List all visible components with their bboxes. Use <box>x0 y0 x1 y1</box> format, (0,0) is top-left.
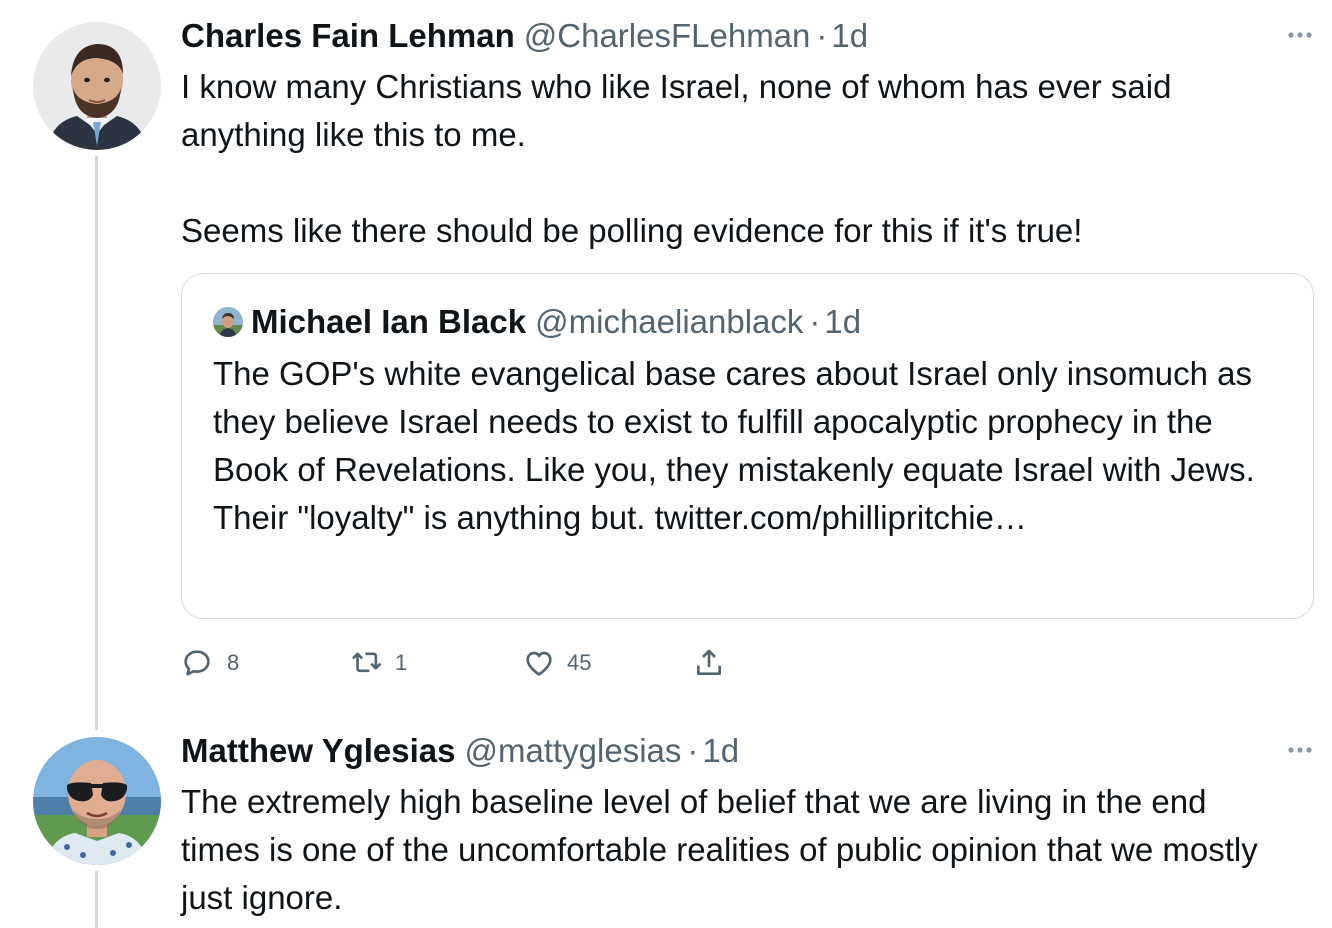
avatar <box>213 307 243 337</box>
timestamp[interactable]: 1d <box>702 731 739 771</box>
author-name[interactable]: Charles Fain Lehman <box>181 16 515 56</box>
retweet-button[interactable]: 1 <box>351 643 407 683</box>
share-button[interactable] <box>693 643 725 683</box>
separator-dot: · <box>687 732 699 769</box>
tweet-thread: Charles Fain Lehman @CharlesFLehman · 1d… <box>0 0 1332 928</box>
thread-line <box>95 871 98 928</box>
quoted-author-name: Michael Ian Black <box>251 303 527 340</box>
quoted-tweet-header: Michael Ian Black @michaelianblack · 1d <box>213 302 861 342</box>
thread-line <box>95 156 98 730</box>
like-count: 45 <box>567 650 592 675</box>
retweet-count: 1 <box>395 650 408 675</box>
tweet-text: I know many Christians who like Israel, … <box>181 68 1172 249</box>
more-options-icon[interactable] <box>1286 743 1314 757</box>
avatar-man-sunglasses-icon <box>33 737 161 865</box>
quoted-tweet-card[interactable]: Michael Ian Black @michaelianblack · 1d … <box>181 273 1314 619</box>
like-icon <box>526 651 552 676</box>
retweet-icon <box>352 652 382 673</box>
quoted-author-handle: @michaelianblack <box>535 303 804 340</box>
avatar[interactable] <box>33 737 161 865</box>
separator-dot: · <box>816 17 828 54</box>
share-icon <box>697 649 721 675</box>
avatar-man-icon <box>213 307 243 337</box>
quoted-tweet-text: The GOP's white evangelical base cares a… <box>213 355 1255 536</box>
tweet-header: Matthew Yglesias @mattyglesias · 1d <box>181 731 739 771</box>
avatar-man-beard-suit-icon <box>33 22 161 150</box>
tweet-text: The extremely high baseline level of bel… <box>181 783 1267 916</box>
reply-count: 8 <box>227 650 240 675</box>
timestamp[interactable]: 1d <box>831 16 868 56</box>
reply-icon <box>184 650 210 676</box>
more-options-icon[interactable] <box>1286 28 1314 42</box>
author-handle[interactable]: @mattyglesias <box>465 731 682 771</box>
reply-button[interactable]: 8 <box>181 643 239 683</box>
avatar[interactable] <box>33 22 161 150</box>
quoted-timestamp: 1d <box>824 303 862 340</box>
author-name[interactable]: Matthew Yglesias <box>181 731 456 771</box>
separator-dot: · <box>809 303 821 340</box>
tweet-header: Charles Fain Lehman @CharlesFLehman · 1d <box>181 16 868 56</box>
author-handle[interactable]: @CharlesFLehman <box>524 16 811 56</box>
like-button[interactable]: 45 <box>523 643 591 683</box>
tweet-actions: 8 1 45 <box>181 643 781 683</box>
